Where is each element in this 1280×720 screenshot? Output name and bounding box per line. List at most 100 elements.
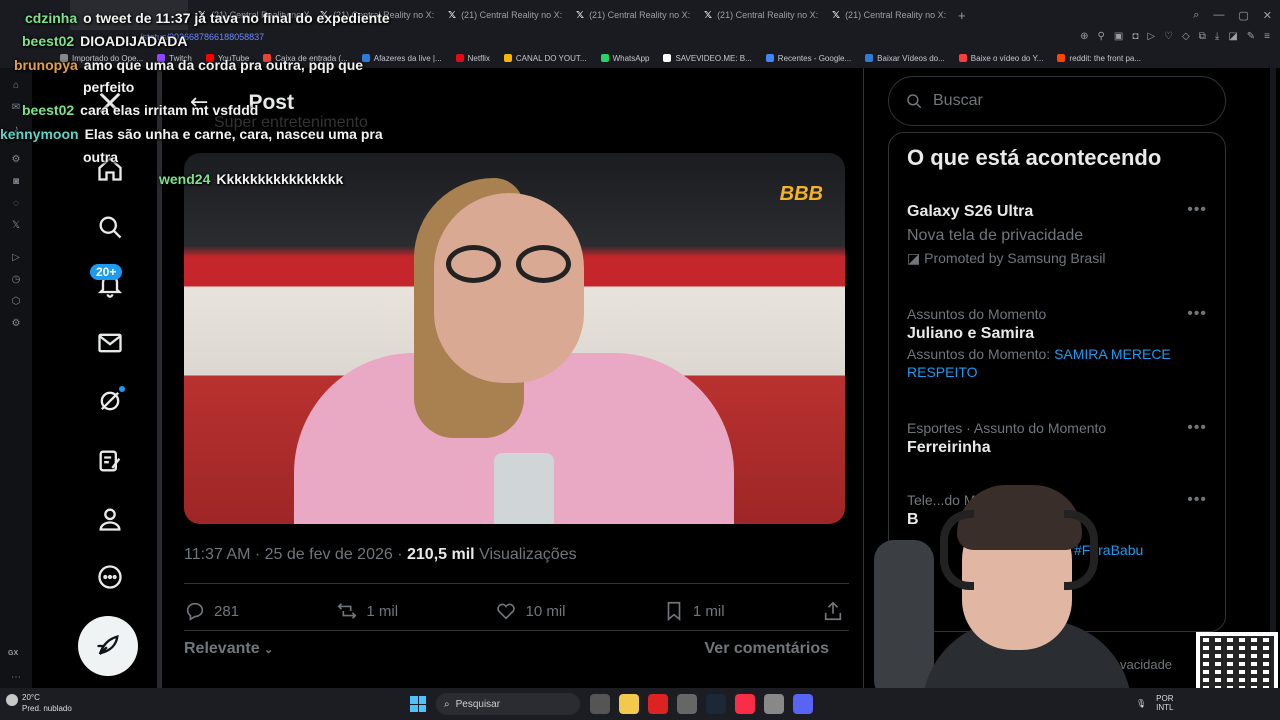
search-tabs-icon[interactable]: ⌕: [1193, 9, 1199, 22]
ai-icon[interactable]: ✎: [1247, 31, 1255, 42]
compose-post-button[interactable]: [78, 616, 138, 676]
trend-context: Nova tela de privacidade: [907, 227, 1084, 244]
wallet-icon[interactable]: ◪: [1228, 31, 1237, 42]
app-icon[interactable]: [677, 694, 697, 714]
obs-icon[interactable]: [764, 694, 784, 714]
browser-tab[interactable]: 𝕏 (21) Central Reality no X:: [694, 0, 822, 30]
download-icon[interactable]: ⤓: [1215, 31, 1219, 42]
bookmark-button[interactable]: 1 mil: [663, 600, 725, 622]
x-logo-icon: 𝕏: [832, 9, 841, 21]
post-media-video[interactable]: BBB: [184, 153, 845, 524]
chat-username: cdzinha: [25, 10, 78, 26]
more-options-icon[interactable]: •••: [1187, 305, 1207, 323]
chat-username: kennymoon: [0, 126, 79, 142]
cube-icon[interactable]: ◇: [1182, 31, 1190, 42]
extensions-icon[interactable]: ⧉: [1199, 31, 1206, 42]
page-scrollbar[interactable]: [1270, 68, 1276, 688]
headset-left: [940, 510, 974, 590]
screenshot-icon[interactable]: ▣: [1114, 31, 1123, 42]
more-icon[interactable]: ⋯: [10, 672, 22, 684]
like-button[interactable]: 10 mil: [495, 600, 566, 622]
home-icon[interactable]: ⌂: [10, 80, 22, 92]
bookmark-item[interactable]: reddit: the front pa...: [1057, 54, 1141, 63]
x-logo-icon[interactable]: 𝕏: [10, 220, 22, 232]
cube-icon[interactable]: ⬡: [10, 296, 22, 308]
more-options-icon[interactable]: •••: [1187, 419, 1207, 437]
close-icon[interactable]: ✕: [1263, 9, 1272, 22]
view-comments-link[interactable]: Ver comentários: [705, 640, 830, 658]
opera-gx-icon[interactable]: [648, 694, 668, 714]
bookmark-item[interactable]: Netflix: [455, 54, 490, 63]
bookmark-item[interactable]: Afazeres da live |...: [361, 54, 442, 63]
bookmark-label: Baixar Vídeos do...: [877, 53, 945, 63]
taskbar-search[interactable]: ⌕ Pesquisar: [436, 693, 580, 715]
trend-sub-prefix: Assuntos do Momento:: [907, 346, 1051, 362]
sort-dropdown[interactable]: Relevante ⌄: [184, 640, 273, 658]
bookmark-item[interactable]: CANAL DO YOUT...: [503, 54, 587, 63]
chat-message: outra: [83, 149, 118, 165]
messenger-icon[interactable]: ✉: [10, 102, 22, 114]
language-indicator[interactable]: POR INTL: [1156, 694, 1173, 712]
heart-icon: [497, 603, 516, 620]
heart-icon[interactable]: ♡: [1164, 31, 1173, 42]
chat-message: kennymoon Elas são unha e carne, cara, na…: [0, 126, 383, 142]
system-tray: 🎙 POR INTL: [1136, 694, 1174, 712]
bookmark-item[interactable]: Baixar Vídeos do...: [865, 54, 945, 63]
bookmark-item[interactable]: Baixe o vídeo do Y...: [958, 54, 1043, 63]
bookmark-label: reddit: the front pa...: [1069, 53, 1142, 63]
mail-icon[interactable]: [93, 326, 127, 360]
nav-scrollbar[interactable]: [157, 68, 162, 688]
steam-icon[interactable]: [706, 694, 726, 714]
search-input[interactable]: Buscar: [888, 76, 1226, 126]
gear-icon[interactable]: ⚙: [10, 318, 22, 330]
pin-icon[interactable]: ⚲: [1098, 31, 1105, 42]
reply-button[interactable]: 281: [184, 600, 239, 622]
weather-widget[interactable]: 20°C Pred. nublado: [22, 692, 72, 714]
trends-title: O que está acontecendo: [907, 145, 1162, 170]
microphone-icon[interactable]: 🎙: [1136, 699, 1146, 708]
browser-tab[interactable]: 𝕏 (21) Central Reality no X:: [566, 0, 694, 30]
player-icon[interactable]: ▷: [10, 252, 22, 264]
profile-icon[interactable]: [93, 502, 127, 536]
bookmark-label: Recentes - Google...: [777, 53, 852, 63]
history-icon[interactable]: ◷: [10, 274, 22, 286]
trend-item[interactable]: Assuntos do Momento Juliano e Samira Ass…: [907, 305, 1207, 381]
trend-name: Ferreirinha: [907, 439, 991, 456]
more-options-icon[interactable]: •••: [1187, 201, 1207, 219]
settings-icon[interactable]: ⚙: [10, 154, 22, 166]
grok-icon[interactable]: [93, 384, 127, 418]
post-time[interactable]: 11:37 AM: [184, 546, 250, 563]
bookmark-label: WhatsApp: [612, 53, 650, 63]
whatsapp-icon[interactable]: ◌: [10, 198, 22, 210]
chat-text: perfeito: [83, 79, 135, 95]
browser-tab[interactable]: 𝕏 (21) Central Reality no X:: [822, 0, 950, 30]
music-app-icon[interactable]: [735, 694, 755, 714]
play-icon[interactable]: ▷: [1147, 31, 1155, 42]
post-date[interactable]: 25 de fev de 2026: [265, 546, 393, 563]
trend-item[interactable]: Esportes · Assunto do Momento Ferreirinh…: [907, 419, 1207, 459]
windows-start-icon[interactable]: [410, 696, 426, 712]
minimize-icon[interactable]: —: [1213, 9, 1224, 21]
trend-item[interactable]: Galaxy S26 Ultra Nova tela de privacidad…: [907, 201, 1207, 267]
lists-icon[interactable]: [93, 444, 127, 478]
chat-text: Kkkkkkkkkkkkkkkk: [216, 171, 344, 187]
bookmark-item[interactable]: WhatsApp: [600, 53, 650, 63]
file-explorer-icon[interactable]: [619, 694, 639, 714]
maximize-icon[interactable]: ▢: [1238, 9, 1248, 22]
chat-text: DIOADIJADADA: [80, 33, 188, 49]
more-icon[interactable]: [93, 560, 127, 594]
taskbar-search-label: Pesquisar: [455, 698, 501, 710]
camera-icon[interactable]: ◘: [1132, 31, 1138, 42]
repost-button[interactable]: 1 mil: [336, 600, 398, 622]
task-view-icon[interactable]: [590, 694, 610, 714]
search-icon[interactable]: [93, 210, 127, 244]
twitch-icon[interactable]: ◙: [10, 176, 22, 188]
discord-icon[interactable]: [793, 694, 813, 714]
new-tab-button[interactable]: +: [950, 8, 974, 23]
bookmark-item[interactable]: Recentes - Google...: [765, 53, 852, 63]
bookmark-item[interactable]: SAVEVIDEO.ME: B...: [663, 54, 752, 63]
keyboard-layout-label: INTL: [1156, 703, 1174, 712]
menu-icon[interactable]: ≡: [1264, 31, 1270, 42]
browser-tab[interactable]: 𝕏 (21) Central Reality no X:: [438, 0, 566, 30]
zoom-icon[interactable]: ⊕: [1080, 31, 1088, 42]
